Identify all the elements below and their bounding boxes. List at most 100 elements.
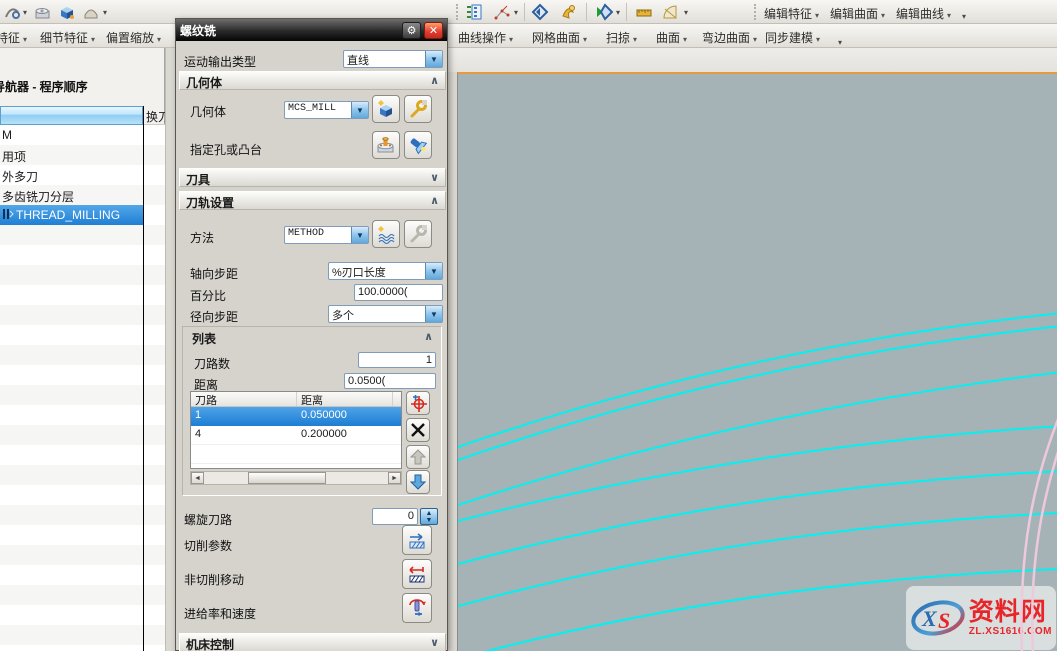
menu-edit-surface[interactable]: 编辑曲面▾ <box>830 5 885 22</box>
edit-geometry-button[interactable] <box>404 95 432 123</box>
section-path-settings[interactable]: 刀轨设置∧ <box>179 191 446 210</box>
new-cube-icon <box>376 99 396 119</box>
extrude-cube-icon[interactable] <box>57 2 77 21</box>
noncutting-moves-icon <box>406 563 428 585</box>
menu-edit-feature[interactable]: 编辑特征▾ <box>764 5 819 22</box>
tree-item[interactable]: 用项 <box>0 145 143 165</box>
scroll-right-button[interactable]: ► <box>388 472 401 484</box>
edit-method-button[interactable] <box>404 220 432 248</box>
toolbar-separator <box>626 3 627 21</box>
graphics-viewport[interactable]: X S 资料网 ZL.XS1616.COM <box>457 72 1057 651</box>
ruler-icon[interactable] <box>634 2 654 21</box>
move-down-button[interactable] <box>406 470 430 494</box>
passes-table[interactable]: 刀路 距离 1 0.050000 4 0.200000 <box>190 391 402 469</box>
panel-gap <box>165 48 175 651</box>
dropdown-caret[interactable]: ▾ <box>103 8 107 17</box>
passes-field[interactable]: 1 <box>358 352 436 368</box>
new-method-button[interactable] <box>372 220 400 248</box>
point-set-icon[interactable] <box>492 2 512 21</box>
model-curves <box>458 74 1057 651</box>
dropdown-caret[interactable]: ▾ <box>514 8 518 17</box>
delete-row-button[interactable] <box>406 418 430 442</box>
toolbar-overflow-caret[interactable]: ▾ <box>838 38 842 47</box>
dialog-close-button[interactable]: ✕ <box>424 22 443 39</box>
section-geometry[interactable]: 几何体∧ <box>179 71 446 90</box>
table-row-empty[interactable] <box>191 445 401 464</box>
menu-feature[interactable]: 特征▾ <box>0 29 27 46</box>
swirl-tool-icon[interactable] <box>558 2 578 21</box>
section-tool[interactable]: 刀具∨ <box>179 168 446 187</box>
dropdown-caret[interactable]: ▾ <box>23 8 27 17</box>
expand-icon: ∨ <box>430 636 439 649</box>
menu-detail-feature[interactable]: 细节特征▾ <box>40 29 95 46</box>
move-up-button[interactable] <box>406 445 430 469</box>
navigator-column-header-selected[interactable] <box>0 106 143 125</box>
motion-output-dropdown[interactable]: 直线▼ <box>343 50 443 68</box>
tree-item[interactable]: 多齿铣刀分层 <box>0 185 143 205</box>
axial-step-label: 轴向步距 <box>190 265 238 282</box>
menu-edit-curve[interactable]: 编辑曲线▾ <box>896 5 951 22</box>
navigator-column-divider[interactable] <box>143 106 144 651</box>
menu-synchronous-modeling[interactable]: 同步建模▾ <box>765 29 820 46</box>
helical-spinner[interactable]: ▲▼ <box>420 508 438 525</box>
col-pass[interactable]: 刀路 <box>191 392 297 406</box>
scroll-left-button[interactable]: ◄ <box>191 472 204 484</box>
watermark-text: 资料网 ZL.XS1616.COM <box>969 600 1052 637</box>
protractor-icon[interactable] <box>660 2 680 21</box>
add-row-button[interactable] <box>406 391 430 415</box>
scroll-thumb[interactable] <box>248 472 326 484</box>
table-hscrollbar[interactable]: ◄ ► <box>190 471 402 485</box>
hole-boss-icon <box>376 135 396 155</box>
pad-feature-icon[interactable] <box>33 2 53 21</box>
table-row[interactable]: 1 0.050000 <box>191 407 401 426</box>
play-shaded-icon[interactable] <box>594 2 614 21</box>
tree-item-thread-milling[interactable]: THREAD_MILLING <box>0 205 165 225</box>
part-navigator-icon[interactable] <box>464 2 484 21</box>
dropdown-caret[interactable]: ▾ <box>684 8 688 17</box>
toolbar-overflow-caret[interactable]: ▾ <box>962 12 966 21</box>
toolbar-grip[interactable] <box>456 4 459 20</box>
radial-step-dropdown[interactable]: 多个▼ <box>328 305 443 323</box>
percent-field[interactable]: 100.0000( <box>354 284 443 301</box>
new-geometry-button[interactable] <box>372 95 400 123</box>
operation-icon <box>2 207 14 221</box>
collapse-icon: ∧ <box>430 194 439 207</box>
section-machine-control[interactable]: 机床控制∨ <box>179 633 446 651</box>
table-row[interactable]: 4 0.200000 <box>191 426 401 445</box>
watermark-logo-icon: X S <box>910 597 965 639</box>
menu-mesh-surface[interactable]: 网格曲面▾ <box>532 29 587 46</box>
toolbar-separator <box>586 3 587 21</box>
axial-step-dropdown[interactable]: %刃口长度▼ <box>328 262 443 280</box>
menu-curve-operation[interactable]: 曲线操作▾ <box>458 29 513 46</box>
menu-flange-surface[interactable]: 弯边曲面▾ <box>702 29 757 46</box>
cutting-params-label: 切削参数 <box>184 537 232 554</box>
dialog-titlebar[interactable]: 螺纹铣 ⚙ ✕ <box>176 19 447 41</box>
dialog-options-gear-button[interactable]: ⚙ <box>402 22 421 39</box>
cutting-params-icon <box>406 529 428 551</box>
method-dropdown[interactable]: METHOD▼ <box>284 226 369 244</box>
cutting-params-button[interactable] <box>402 525 432 555</box>
helical-passes-field[interactable]: 0 <box>372 508 418 525</box>
menu-surface[interactable]: 曲面▾ <box>656 29 687 46</box>
menu-sweep[interactable]: 扫掠▾ <box>606 29 637 46</box>
section-curve-icon[interactable] <box>2 2 22 21</box>
feeds-speeds-button[interactable] <box>402 593 432 623</box>
geometry-dropdown[interactable]: MCS_MILL▼ <box>284 101 369 119</box>
specify-hole-button[interactable] <box>372 131 400 159</box>
flashlight-select-button[interactable] <box>404 131 432 159</box>
datum-diamond-icon[interactable] <box>530 2 550 21</box>
tree-item[interactable]: M <box>0 125 143 145</box>
navigator-column-header-toolchange[interactable]: 换刀 <box>144 106 165 125</box>
toolbar-grip[interactable] <box>754 4 757 20</box>
noncutting-moves-button[interactable] <box>402 559 432 589</box>
method-label: 方法 <box>190 229 214 246</box>
collapse-icon[interactable]: ∧ <box>424 330 433 343</box>
tree-item[interactable]: 外多刀 <box>0 165 143 185</box>
dropdown-caret[interactable]: ▾ <box>616 8 620 17</box>
distance-field[interactable]: 0.0500( <box>344 373 436 389</box>
menu-offset-scale[interactable]: 偏置缩放▾ <box>106 29 161 46</box>
col-distance[interactable]: 距离 <box>297 392 393 406</box>
thread-mill-dialog[interactable]: 螺纹铣 ⚙ ✕ 运动输出类型 直线▼ 几何体∧ 几何体 MCS_MILL▼ 指定… <box>175 18 448 651</box>
shell-feature-icon[interactable] <box>81 2 101 21</box>
list-header[interactable]: 列表 <box>184 328 440 346</box>
